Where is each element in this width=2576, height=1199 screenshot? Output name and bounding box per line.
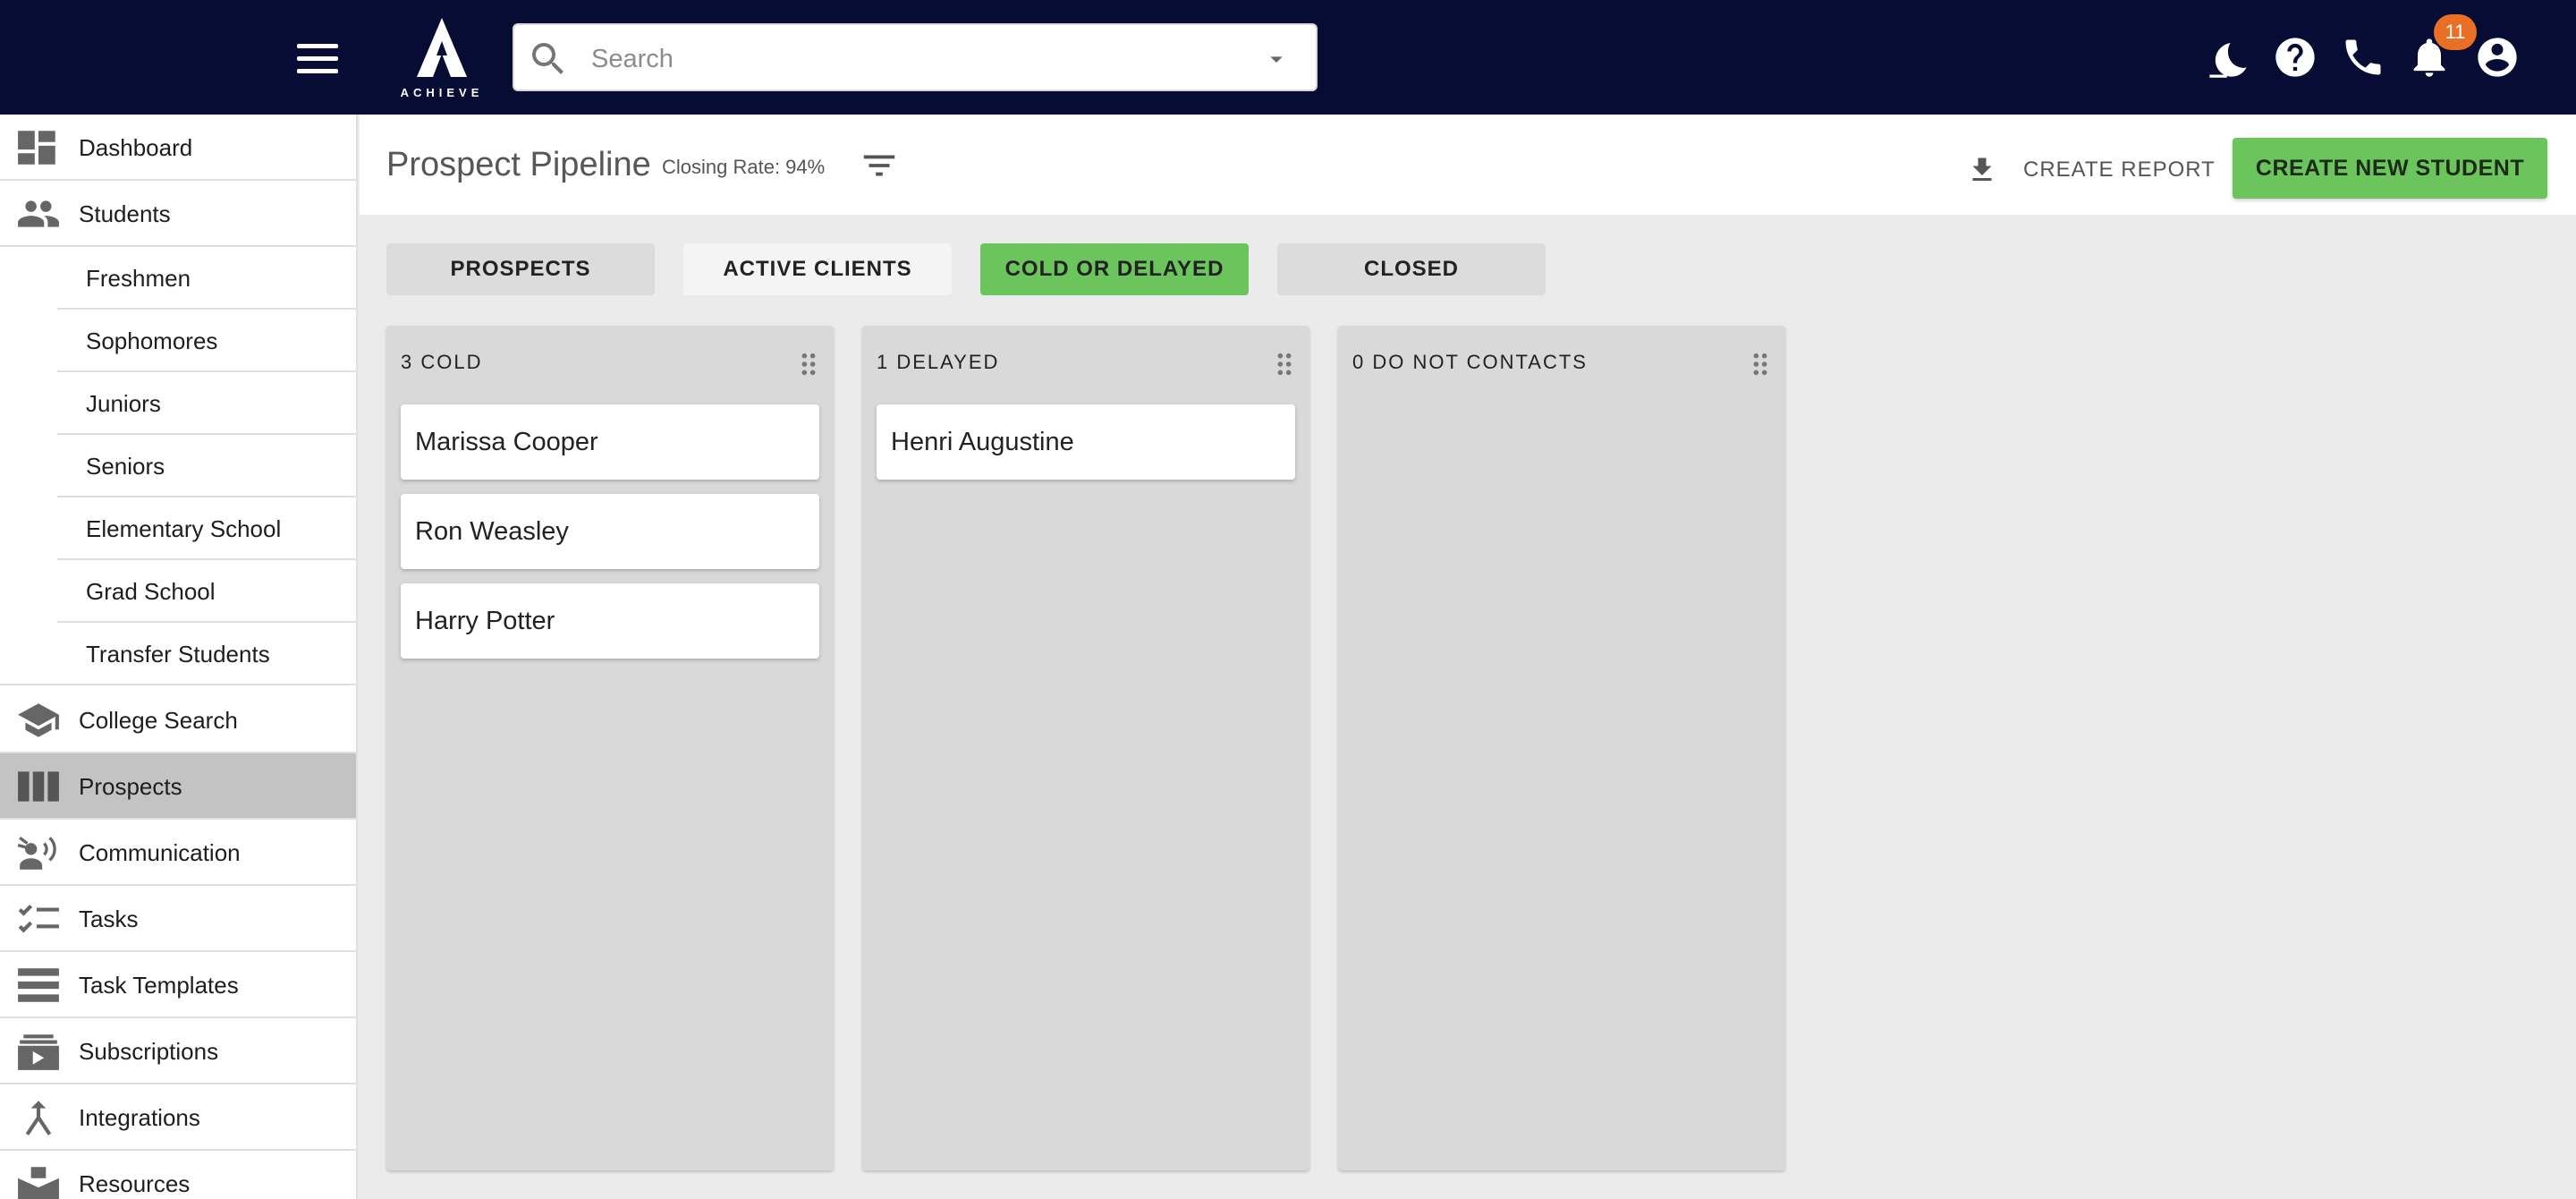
checklist-icon [18,904,59,933]
sidebar-item-label: Elementary School [86,515,282,542]
account-icon[interactable] [2474,34,2521,81]
pipeline-column-delayed: 1 DELAYED Henri Augustine [862,326,1309,1170]
sidebar-item-resources[interactable]: Resources [0,1151,356,1199]
drag-handle-icon[interactable] [1275,353,1293,376]
prospect-card[interactable]: Harry Potter [401,583,819,659]
sidebar-item-students[interactable]: Students [0,181,356,247]
sidebar-item-label: Task Templates [79,972,239,999]
subscriptions-icon [18,1034,59,1070]
pipeline-column-do-not-contact: 0 DO NOT CONTACTS [1338,326,1785,1170]
list-icon [18,968,59,1002]
tab-prospects[interactable]: PROSPECTS [386,243,655,295]
sidebar-item-grad-school[interactable]: Grad School [57,560,356,623]
view-column-icon [18,771,59,802]
search-input[interactable] [591,38,1235,81]
sidebar-item-transfer-students[interactable]: Transfer Students [0,623,356,685]
sidebar-item-label: Seniors [86,453,165,480]
sidebar-item-communication[interactable]: Communication [0,820,356,886]
dark-mode-icon[interactable] [2206,34,2252,81]
sidebar-item-dashboard[interactable]: Dashboard [0,115,356,181]
sidebar-item-subscriptions[interactable]: Subscriptions [0,1018,356,1084]
dashboard-icon [18,131,55,165]
closing-rate: Closing Rate: 94% [662,156,826,178]
tab-active-clients[interactable]: ACTIVE CLIENTS [683,243,952,295]
achieve-logo[interactable]: ACHIEVE [397,14,487,100]
notification-badge: 11 [2434,14,2477,50]
sidebar-item-prospects[interactable]: Prospects [0,753,356,820]
page-title: Prospect Pipeline [386,146,651,183]
prospect-name: Ron Weasley [415,517,569,546]
sidebar-item-label: Dashboard [79,134,193,161]
prospect-card[interactable]: Ron Weasley [401,494,819,569]
sidebar-item-label: Tasks [79,906,139,932]
sidebar-item-sophomores[interactable]: Sophomores [57,310,356,372]
prospect-card[interactable]: Marissa Cooper [401,404,819,480]
prospect-name: Harry Potter [415,607,555,635]
column-title: 3 COLD [401,351,483,373]
resources-icon [18,1167,59,1199]
page-header: Prospect Pipeline Closing Rate: 94% CREA… [360,115,2576,215]
prospect-name: Henri Augustine [891,428,1074,456]
sidebar-item-label: Sophomores [86,327,218,354]
sidebar-item-freshmen[interactable]: Freshmen [57,247,356,310]
tab-closed[interactable]: CLOSED [1277,243,1546,295]
menu-icon[interactable] [292,36,343,79]
help-icon[interactable] [2272,34,2318,81]
prospect-card[interactable]: Henri Augustine [877,404,1295,480]
sidebar-item-label: Communication [79,839,241,866]
school-icon [18,703,59,737]
column-title: 1 DELAYED [877,351,1000,373]
tab-cold-or-delayed[interactable]: COLD OR DELAYED [980,243,1249,295]
chevron-down-icon[interactable] [1258,45,1294,73]
sidebar-item-elementary-school[interactable]: Elementary School [57,497,356,560]
sidebar-item-label: Students [79,200,171,227]
search-box[interactable] [513,23,1318,91]
sidebar-item-label: Grad School [86,578,216,605]
logo-text: ACHIEVE [400,86,484,99]
sidebar-item-label: Subscriptions [79,1038,219,1065]
pipeline-column-cold: 3 COLD Marissa Cooper Ron Weasley Harry … [386,326,834,1170]
sidebar-item-label: Juniors [86,390,161,417]
logo-mark-icon [417,18,467,77]
merge-icon [25,1101,52,1135]
filter-icon[interactable] [859,145,900,186]
sidebar-item-college-search[interactable]: College Search [0,687,356,753]
top-app-bar: ACHIEVE 11 [0,0,2576,115]
prospect-name: Marissa Cooper [415,428,598,456]
sidebar-item-seniors[interactable]: Seniors [57,435,356,497]
column-title: 0 DO NOT CONTACTS [1352,351,1588,373]
sidebar: Dashboard Students Freshmen Sophomores J… [0,115,358,1199]
drag-handle-icon[interactable] [800,353,818,376]
sidebar-item-integrations[interactable]: Integrations [0,1084,356,1151]
download-icon [1972,157,1992,181]
search-icon [532,43,564,74]
sidebar-item-tasks[interactable]: Tasks [0,886,356,952]
drag-handle-icon[interactable] [1751,353,1769,376]
phone-icon[interactable] [2340,34,2386,81]
sidebar-item-label: Transfer Students [86,641,270,668]
sidebar-item-label: Freshmen [86,265,191,292]
sidebar-item-task-templates[interactable]: Task Templates [0,952,356,1018]
create-report-label: CREATE REPORT [2023,157,2216,182]
sidebar-item-label: College Search [79,707,238,734]
sidebar-item-label: Prospects [79,773,182,800]
sidebar-item-label: Integrations [79,1104,200,1131]
people-icon [18,200,59,227]
sidebar-item-label: Resources [79,1170,191,1197]
create-new-student-button[interactable]: CREATE NEW STUDENT [2233,138,2547,199]
communication-icon [17,837,56,870]
sidebar-item-juniors[interactable]: Juniors [57,372,356,435]
